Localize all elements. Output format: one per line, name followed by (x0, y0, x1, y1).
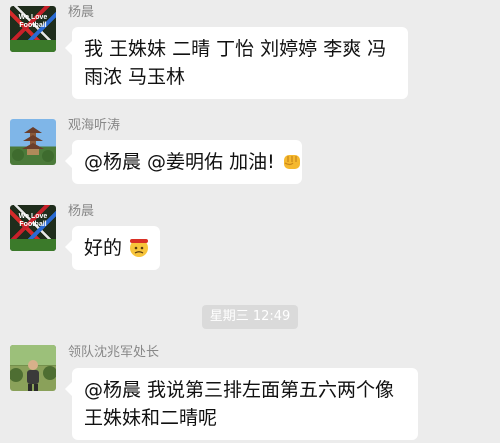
avatar-grass (10, 40, 56, 52)
avatar-caption: We Love Football (18, 213, 48, 228)
person-drawing (10, 345, 56, 391)
chat-window: We Love Football 杨晨 我 王姝妹 二晴 丁怡 刘婷婷 李爽 冯… (0, 0, 500, 443)
message-line: 我 王姝妹 二晴 丁怡 刘婷婷 李爽 冯 (84, 38, 387, 60)
sender-name: 杨晨 (68, 204, 95, 219)
message-text: @杨晨 @姜明佑 加油! (84, 151, 275, 173)
person-avatar-icon[interactable] (10, 345, 56, 391)
sender-name: 观海听涛 (68, 118, 121, 133)
sender-name: 杨晨 (68, 5, 95, 20)
avatar-caption: We Love Football (18, 14, 48, 29)
football-avatar-icon[interactable]: We Love Football (10, 205, 56, 251)
pagoda-avatar-icon[interactable] (10, 119, 56, 165)
avatar-grass (10, 239, 56, 251)
message-line: 雨浓 马玉林 (84, 66, 186, 88)
determined-face-emoji-icon (128, 236, 150, 266)
football-avatar-icon[interactable]: We Love Football (10, 6, 56, 52)
sender-name: 领队沈兆军处长 (68, 345, 160, 360)
message-bubble[interactable]: 好的 (65, 226, 160, 270)
message-bubble[interactable]: 我 王姝妹 二晴 丁怡 刘婷婷 李爽 冯 雨浓 马玉林 (65, 27, 408, 99)
timestamp-badge: 星期三 12:49 (202, 305, 298, 329)
message-line: 王姝妹和二晴呢 (84, 407, 218, 429)
message-text: 好的 (84, 237, 123, 259)
message-bubble[interactable]: @杨晨 我说第三排左面第五六两个像 王姝妹和二晴呢 (65, 368, 418, 440)
message-bubble[interactable]: @杨晨 @姜明佑 加油! (65, 140, 303, 184)
fist-emoji-icon (281, 150, 303, 180)
pagoda-drawing (12, 127, 54, 162)
message-line: @杨晨 我说第三排左面第五六两个像 (84, 379, 395, 401)
